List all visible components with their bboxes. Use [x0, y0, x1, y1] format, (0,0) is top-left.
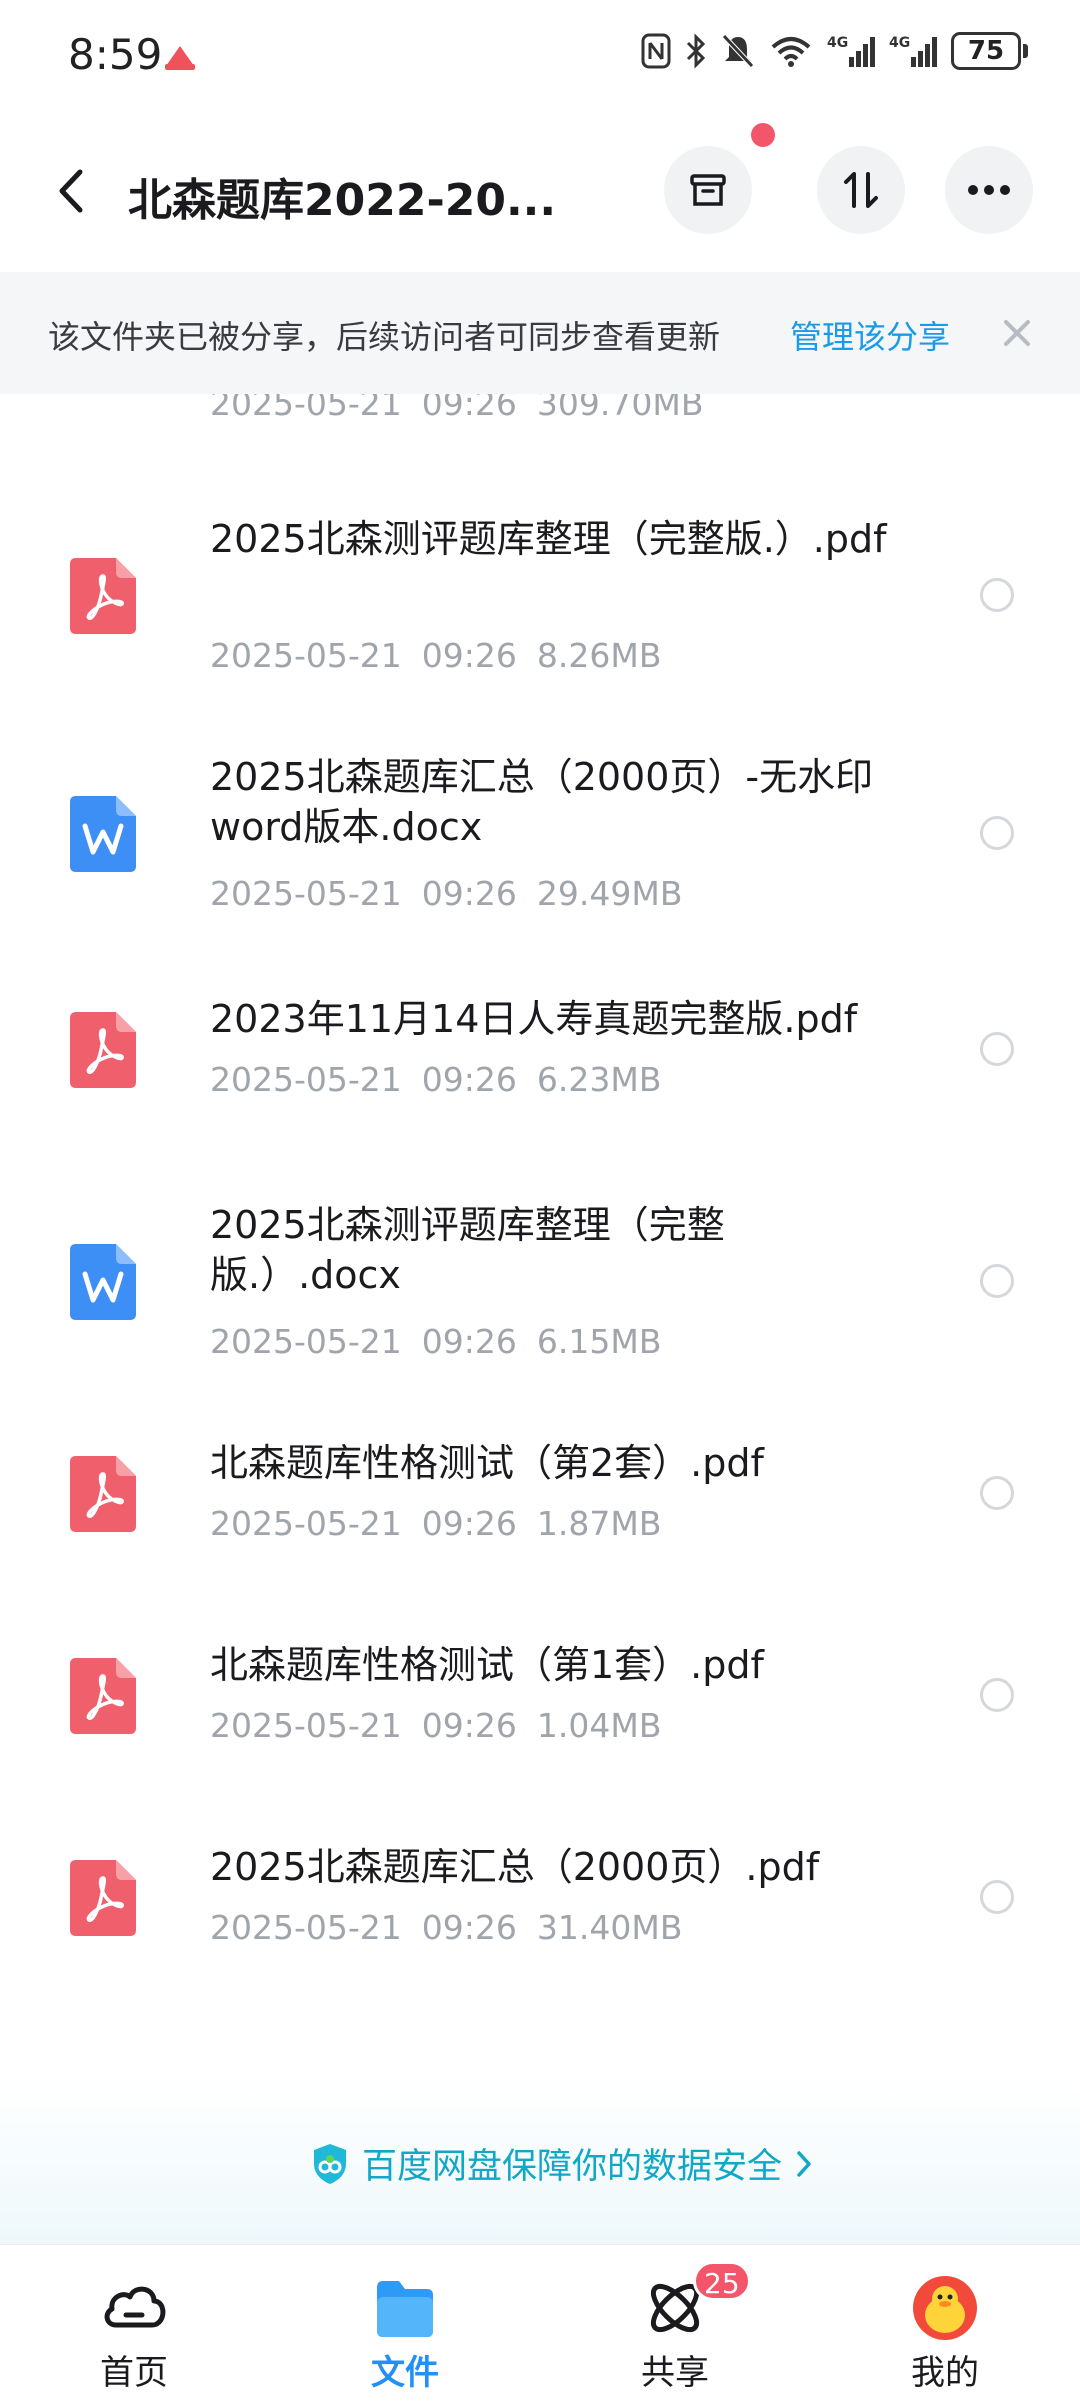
pdf-file-icon [70, 1456, 136, 1532]
file-row[interactable]: 北森题库性格测试（第1套）.pdf 2025-05-21 09:26 1.04MB [0, 1640, 1080, 1790]
select-radio[interactable] [980, 1880, 1014, 1914]
cloud-home-icon [104, 2286, 166, 2328]
file-name: 2025北森题库汇总（2000页）-无水印word版本.docx [210, 755, 874, 849]
manage-share-link[interactable]: 管理该分享 [790, 312, 950, 358]
avatar-duck-icon [913, 2276, 977, 2340]
mute-icon [722, 34, 754, 68]
nav-label-files: 文件 [371, 2353, 439, 2393]
more-icon [968, 185, 1010, 195]
nav-label-share: 共享 [641, 2353, 709, 2393]
nav-label-mine: 我的 [911, 2353, 979, 2393]
file-meta: 2025-05-21 09:26 1.04MB [210, 1706, 662, 1745]
archive-button[interactable] [664, 146, 752, 234]
select-radio[interactable] [980, 1476, 1014, 1510]
file-meta: 2025-05-21 09:26 8.26MB [210, 636, 662, 675]
docx-file-icon [70, 796, 136, 872]
close-icon[interactable] [998, 314, 1036, 352]
signal-icon-2: 4G [889, 35, 937, 67]
battery-level: 75 [951, 32, 1021, 70]
svg-text:4G: 4G [889, 35, 910, 51]
share-banner: 该文件夹已被分享，后续访问者可同步查看更新 管理该分享 [0, 272, 1080, 394]
select-radio[interactable] [980, 816, 1014, 850]
select-radio[interactable] [980, 578, 1014, 612]
nav-item-files[interactable]: 文件 [305, 2245, 505, 2403]
pdf-file-icon [70, 558, 136, 634]
file-name: 2025北森测评题库整理（完整版.）.docx [210, 1203, 725, 1297]
security-banner[interactable]: 百度网盘保障你的数据安全 [0, 2084, 1080, 2244]
file-meta: 2025-05-21 09:26 6.23MB [210, 1060, 662, 1099]
header: 北森题库2022-20... [0, 130, 1080, 254]
file-row[interactable]: 2025-05-21 09:26 309.70MB [0, 394, 1080, 424]
sort-icon [844, 172, 878, 208]
file-row[interactable]: 2025北森测评题库整理（完整版.）.pdf 2025-05-21 09:26 8.… [0, 514, 1080, 714]
select-radio[interactable] [980, 1032, 1014, 1066]
pdf-file-icon [70, 1012, 136, 1088]
nfc-icon [641, 33, 671, 69]
share-banner-text: 该文件夹已被分享，后续访问者可同步查看更新 [48, 318, 721, 356]
file-list: 2025-05-21 09:26 309.70MB 2025北森测评题库整理（完整版… [0, 394, 1080, 2084]
notification-dot [751, 123, 775, 147]
signal-icon-1: 4G [827, 35, 875, 67]
select-radio[interactable] [980, 1264, 1014, 1298]
security-text: 百度网盘保障你的数据安全 [362, 2147, 783, 2187]
file-row[interactable]: 2025北森题库汇总（2000页）.pdf 2025-05-21 09:26 31.… [0, 1842, 1080, 1992]
file-name: 2025北森题库汇总（2000页）.pdf [210, 1845, 820, 1889]
file-name: 北森题库性格测试（第1套）.pdf [210, 1643, 764, 1687]
docx-file-icon [70, 1244, 136, 1320]
chevron-right-icon [797, 2150, 811, 2177]
more-options-button[interactable] [945, 146, 1033, 234]
file-meta: 2025-05-21 09:26 31.40MB [210, 1908, 683, 1947]
file-name: 2023年11月14日人寿真题完整版.pdf [210, 997, 858, 1041]
bluetooth-icon [686, 33, 706, 69]
nav-item-mine[interactable]: 我的 [845, 2245, 1045, 2403]
nav-label-home: 首页 [100, 2353, 168, 2393]
nav-item-home[interactable]: 首页 [34, 2245, 234, 2403]
sort-button[interactable] [817, 146, 905, 234]
battery-indicator: 75 [951, 32, 1028, 70]
nav-item-share[interactable]: 25 共享 [575, 2245, 775, 2403]
folder-icon [377, 2281, 433, 2337]
select-radio[interactable] [980, 1678, 1014, 1712]
file-meta: 2025-05-21 09:26 309.70MB [210, 394, 704, 423]
svg-text:4G: 4G [827, 35, 848, 51]
shield-icon [314, 2143, 346, 2184]
file-name: 北森题库性格测试（第2套）.pdf [210, 1441, 764, 1485]
file-meta: 2025-05-21 09:26 1.87MB [210, 1504, 662, 1543]
file-row[interactable]: 2023年11月14日人寿真题完整版.pdf 2025-05-21 09:26 6.… [0, 994, 1080, 1144]
share-count-badge: 25 [693, 2261, 751, 2301]
security-link[interactable]: 百度网盘保障你的数据安全 [310, 2138, 814, 2189]
file-row[interactable]: 2025北森题库汇总（2000页）-无水印word版本.docx 2025-05… [0, 752, 1080, 952]
back-arrow-icon[interactable] [48, 160, 96, 222]
file-row[interactable]: 北森题库性格测试（第2套）.pdf 2025-05-21 09:26 1.87MB [0, 1438, 1080, 1588]
status-time: 8:59 [68, 30, 163, 79]
file-row[interactable]: 2025北森测评题库整理（完整版.）.docx 2025-05-21 09:26 6… [0, 1200, 1080, 1400]
bottom-nav: 首页 文件 25 共享 我的 [0, 2244, 1080, 2403]
status-icons: 4G 4G 75 [641, 32, 1028, 70]
file-name: 2025北森测评题库整理（完整版.）.pdf [210, 517, 887, 561]
pdf-file-icon [70, 1860, 136, 1936]
app-notification-icon [165, 46, 195, 70]
status-bar: 8:59 4G 4G 75 [0, 0, 1080, 110]
wifi-icon [771, 37, 811, 67]
pdf-file-icon [70, 1658, 136, 1734]
archive-icon [690, 174, 726, 206]
file-meta: 2025-05-21 09:26 29.49MB [210, 874, 683, 913]
file-meta: 2025-05-21 09:26 6.15MB [210, 1322, 662, 1361]
folder-title: 北森题库2022-20... [128, 175, 557, 226]
battery-tip [1023, 44, 1028, 58]
